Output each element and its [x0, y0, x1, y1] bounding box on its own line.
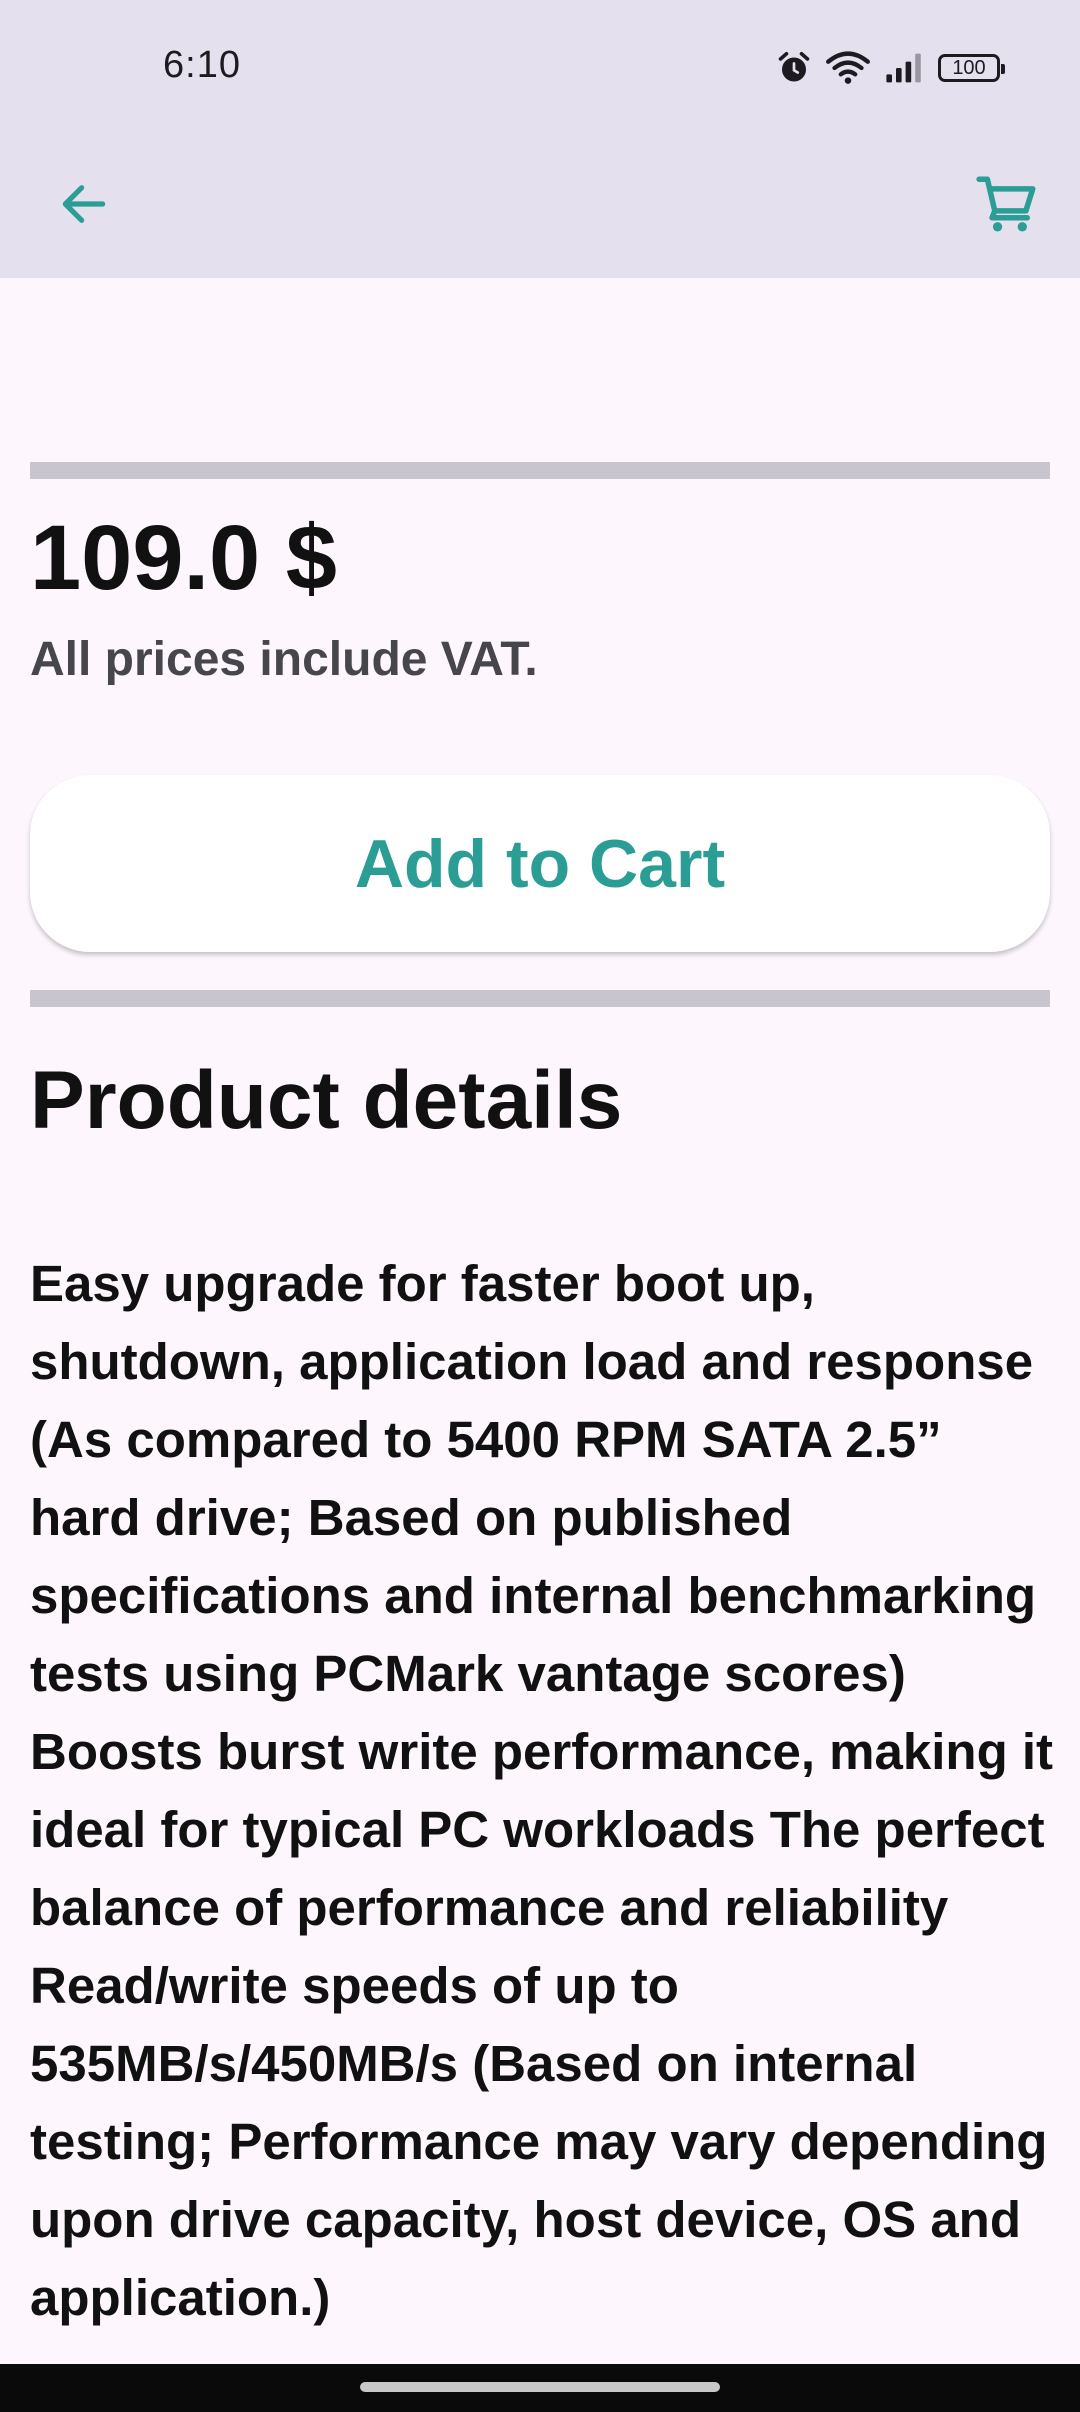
status-icons: 100 — [776, 48, 1005, 88]
product-details-title: Product details — [30, 1055, 623, 1146]
home-gesture-handle[interactable] — [360, 2382, 720, 2392]
product-description: Easy upgrade for faster boot up, shutdow… — [30, 1255, 1054, 2326]
signal-icon — [884, 52, 924, 84]
product-detail-screen: 6:10 100 109.0 $ All prices include VAT.… — [0, 0, 1080, 2412]
section-divider — [30, 990, 1050, 1007]
product-price: 109.0 $ — [30, 507, 337, 609]
section-divider — [30, 462, 1050, 479]
battery-icon: 100 — [938, 54, 1005, 82]
status-time: 6:10 — [163, 44, 241, 86]
system-navigation-bar — [0, 2364, 1080, 2412]
add-to-cart-button[interactable]: Add to Cart — [30, 775, 1050, 952]
vat-note: All prices include VAT. — [30, 633, 538, 686]
cart-button[interactable] — [960, 158, 1056, 254]
shopping-cart-icon — [975, 171, 1041, 242]
wifi-icon — [826, 50, 870, 86]
alarm-icon — [776, 50, 812, 86]
top-app-bar — [0, 136, 1080, 278]
status-bar: 6:10 100 — [0, 0, 1080, 136]
arrow-left-icon — [56, 176, 112, 237]
back-button[interactable] — [36, 158, 132, 254]
battery-level: 100 — [952, 56, 986, 79]
